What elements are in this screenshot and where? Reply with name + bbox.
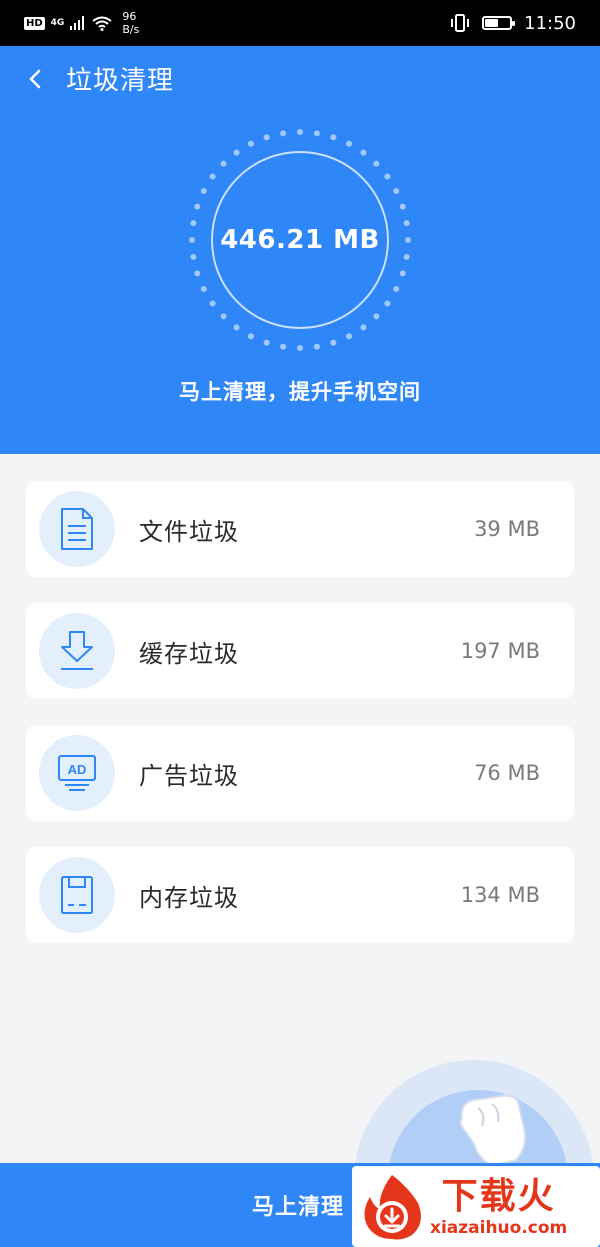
wifi-icon	[92, 16, 112, 31]
junk-list: 文件垃圾 39 MB 缓存垃圾 197 MB AD 广告垃圾 76 MB 内存垃…	[26, 481, 574, 969]
item-size: 197 MB	[460, 639, 540, 663]
item-label: 文件垃圾	[139, 517, 239, 546]
status-left: HD 4G 96 B/s	[24, 10, 139, 36]
item-icon-bg: AD	[39, 735, 115, 811]
watermark-logo-icon	[364, 1174, 421, 1239]
nav-bar: 垃圾清理	[28, 60, 174, 97]
watermark-domain: xiazaihuo.com	[430, 1217, 568, 1238]
header-subtitle: 马上清理，提升手机空间	[179, 380, 421, 404]
status-bar: HD 4G 96 B/s 11:50	[0, 0, 600, 46]
header: 垃圾清理 446.21 MB 马上清理，提升手机空间	[0, 46, 600, 454]
item-label: 内存垃圾	[139, 883, 239, 912]
ad-icon: AD	[58, 755, 96, 791]
watermark-text: 下载火 xiazaihuo.com	[430, 1176, 567, 1238]
page-title: 垃圾清理	[66, 66, 175, 96]
status-right: 11:50	[450, 13, 576, 34]
back-icon[interactable]	[28, 63, 50, 95]
vibrate-icon	[451, 14, 470, 32]
item-label: 缓存垃圾	[139, 639, 239, 668]
network-label: 4G	[50, 18, 65, 28]
clean-now-label: 马上清理	[251, 1195, 344, 1220]
junk-item-cache[interactable]: 缓存垃圾 197 MB	[26, 603, 574, 699]
item-icon-bg	[39, 613, 115, 689]
junk-item-memory[interactable]: 内存垃圾 134 MB	[26, 847, 574, 943]
hd-badge: HD	[24, 16, 45, 30]
speed-unit: B/s	[122, 23, 140, 36]
document-icon	[61, 508, 93, 550]
item-icon-bg	[39, 857, 115, 933]
battery-fill	[485, 19, 499, 27]
item-size: 39 MB	[474, 517, 540, 541]
memory-card-icon	[61, 876, 93, 914]
battery-icon	[482, 16, 516, 30]
watermark-name: 下载火	[441, 1175, 556, 1217]
size-ring: 446.21 MB	[186, 126, 414, 354]
item-size: 134 MB	[460, 883, 540, 907]
junk-item-ad[interactable]: AD 广告垃圾 76 MB	[26, 725, 574, 821]
item-icon-bg	[39, 491, 115, 567]
hand-pointer-icon	[459, 1094, 526, 1168]
clock: 11:50	[524, 12, 576, 34]
item-size: 76 MB	[474, 761, 540, 785]
signal-icon	[70, 16, 85, 30]
download-icon	[61, 631, 93, 670]
svg-text:AD: AD	[68, 762, 87, 777]
total-size: 446.21 MB	[220, 225, 380, 255]
item-label: 广告垃圾	[139, 761, 239, 790]
junk-item-file[interactable]: 文件垃圾 39 MB	[26, 481, 574, 577]
network-speed: 96 B/s	[122, 10, 139, 36]
watermark: 下载火 xiazaihuo.com	[352, 1166, 600, 1247]
speed-value: 96	[122, 10, 137, 23]
